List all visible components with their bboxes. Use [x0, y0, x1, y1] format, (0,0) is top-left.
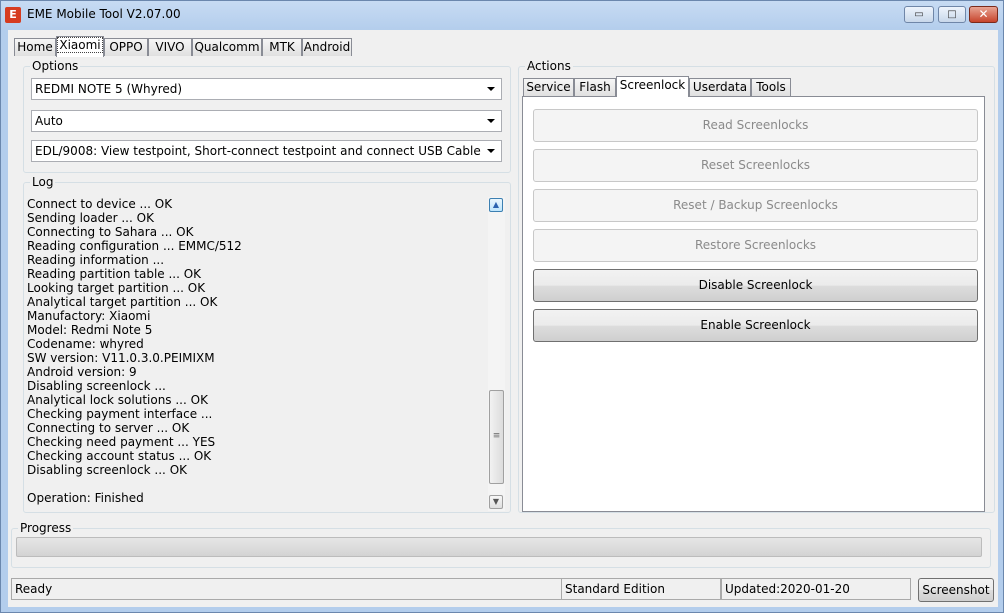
scrollbar-thumb[interactable]: ≡: [489, 390, 504, 484]
read-screenlocks-button[interactable]: Read Screenlocks: [533, 109, 978, 142]
tab-service[interactable]: Service: [523, 78, 574, 96]
log-group: Log Connect to device ... OK Sending loa…: [23, 175, 511, 513]
log-line: Connecting to server ... OK: [27, 421, 190, 435]
reset-backup-screenlocks-button[interactable]: Reset / Backup Screenlocks: [533, 189, 978, 222]
main-tab-strip: Home Xiaomi OPPO VIVO Qualcomm MTK Andro…: [14, 36, 414, 57]
log-line: Checking payment interface ...: [27, 407, 213, 421]
tab-xiaomi[interactable]: Xiaomi: [56, 36, 104, 57]
tab-mtk[interactable]: MTK: [262, 38, 302, 56]
status-ready: Ready: [11, 578, 562, 600]
log-line: ​: [27, 477, 503, 491]
maximize-button[interactable]: □: [938, 6, 966, 23]
scroll-up-icon[interactable]: ▲: [489, 198, 503, 212]
log-line: Analytical target partition ... OK: [27, 295, 218, 309]
status-edition: Standard Edition: [561, 578, 721, 600]
tab-android[interactable]: Android: [302, 38, 352, 56]
log-line: Sending loader ... OK: [27, 211, 154, 225]
chevron-down-icon: [487, 149, 495, 153]
options-group: Options REDMI NOTE 5 (Whyred) Auto EDL/9…: [23, 59, 511, 173]
log-text: Connect to device ... OK Sending loader …: [27, 197, 503, 505]
client-area: Home Xiaomi OPPO VIVO Qualcomm MTK Andro…: [8, 30, 998, 607]
log-scrollbar[interactable]: ▲ ≡ ▼: [488, 197, 505, 511]
mode-select[interactable]: Auto: [31, 110, 502, 132]
connection-select[interactable]: EDL/9008: View testpoint, Short-connect …: [31, 140, 502, 162]
log-line: Analytical lock solutions ... OK: [27, 393, 208, 407]
tab-qualcomm[interactable]: Qualcomm: [192, 38, 262, 56]
log-line: SW version: V11.0.3.0.PEIMIXM: [27, 351, 215, 365]
log-line: Manufactory: Xiaomi: [27, 309, 151, 323]
actions-group: Actions Service Flash Screenlock Userdat…: [518, 59, 995, 513]
log-line: Reading information ...: [27, 253, 165, 267]
status-updated: Updated:2020-01-20: [721, 578, 911, 600]
progress-bar: [16, 537, 982, 557]
tab-home[interactable]: Home: [14, 38, 56, 56]
log-line: Reading configuration ... EMMC/512: [27, 239, 242, 253]
log-line: Looking target partition ... OK: [27, 281, 206, 295]
log-line: Operation: Finished: [27, 491, 144, 505]
restore-screenlocks-button[interactable]: Restore Screenlocks: [533, 229, 978, 262]
tab-tools[interactable]: Tools: [751, 78, 791, 96]
log-line: Codename: whyred: [27, 337, 144, 351]
log-line: Checking need payment ... YES: [27, 435, 216, 449]
scroll-down-icon[interactable]: ▼: [489, 495, 503, 509]
screenlock-panel: Read Screenlocks Reset Screenlocks Reset…: [522, 96, 985, 512]
enable-screenlock-button[interactable]: Enable Screenlock: [533, 309, 978, 342]
window-title: EME Mobile Tool V2.07.00: [27, 7, 181, 21]
mode-select-value: Auto: [35, 114, 63, 128]
disable-screenlock-button[interactable]: Disable Screenlock: [533, 269, 978, 302]
progress-label: Progress: [18, 521, 74, 535]
log-line: Android version: 9: [27, 365, 137, 379]
log-line: Connecting to Sahara ... OK: [27, 225, 194, 239]
title-bar[interactable]: E EME Mobile Tool V2.07.00 ▭ □ ✕: [1, 1, 1003, 29]
model-select-value: REDMI NOTE 5 (Whyred): [35, 82, 183, 96]
reset-screenlocks-button[interactable]: Reset Screenlocks: [533, 149, 978, 182]
main-window: E EME Mobile Tool V2.07.00 ▭ □ ✕ Home Xi…: [0, 0, 1004, 613]
tab-flash[interactable]: Flash: [574, 78, 616, 96]
log-label: Log: [30, 175, 56, 189]
log-line: Connect to device ... OK: [27, 197, 173, 211]
log-line: Model: Redmi Note 5: [27, 323, 153, 337]
log-line: Reading partition table ... OK: [27, 267, 202, 281]
app-logo-icon: E: [5, 7, 21, 23]
tab-vivo[interactable]: VIVO: [148, 38, 192, 56]
options-label: Options: [30, 59, 81, 73]
log-line: Disabling screenlock ... OK: [27, 463, 188, 477]
tab-screenlock[interactable]: Screenlock: [616, 76, 689, 97]
actions-label: Actions: [525, 59, 573, 73]
log-line: Disabling screenlock ...: [27, 379, 166, 393]
connection-select-value: EDL/9008: View testpoint, Short-connect …: [35, 144, 481, 158]
model-select[interactable]: REDMI NOTE 5 (Whyred): [31, 78, 502, 100]
screenshot-button[interactable]: Screenshot: [918, 578, 994, 602]
tab-oppo[interactable]: OPPO: [104, 38, 148, 56]
tab-userdata[interactable]: Userdata: [689, 78, 751, 96]
actions-tab-strip: Service Flash Screenlock Userdata Tools: [523, 76, 823, 97]
progress-group: Progress: [11, 521, 991, 568]
chevron-down-icon: [487, 87, 495, 91]
chevron-down-icon: [487, 119, 495, 123]
log-line: Checking account status ... OK: [27, 449, 212, 463]
close-button[interactable]: ✕: [969, 6, 998, 23]
minimize-button[interactable]: ▭: [904, 6, 934, 23]
